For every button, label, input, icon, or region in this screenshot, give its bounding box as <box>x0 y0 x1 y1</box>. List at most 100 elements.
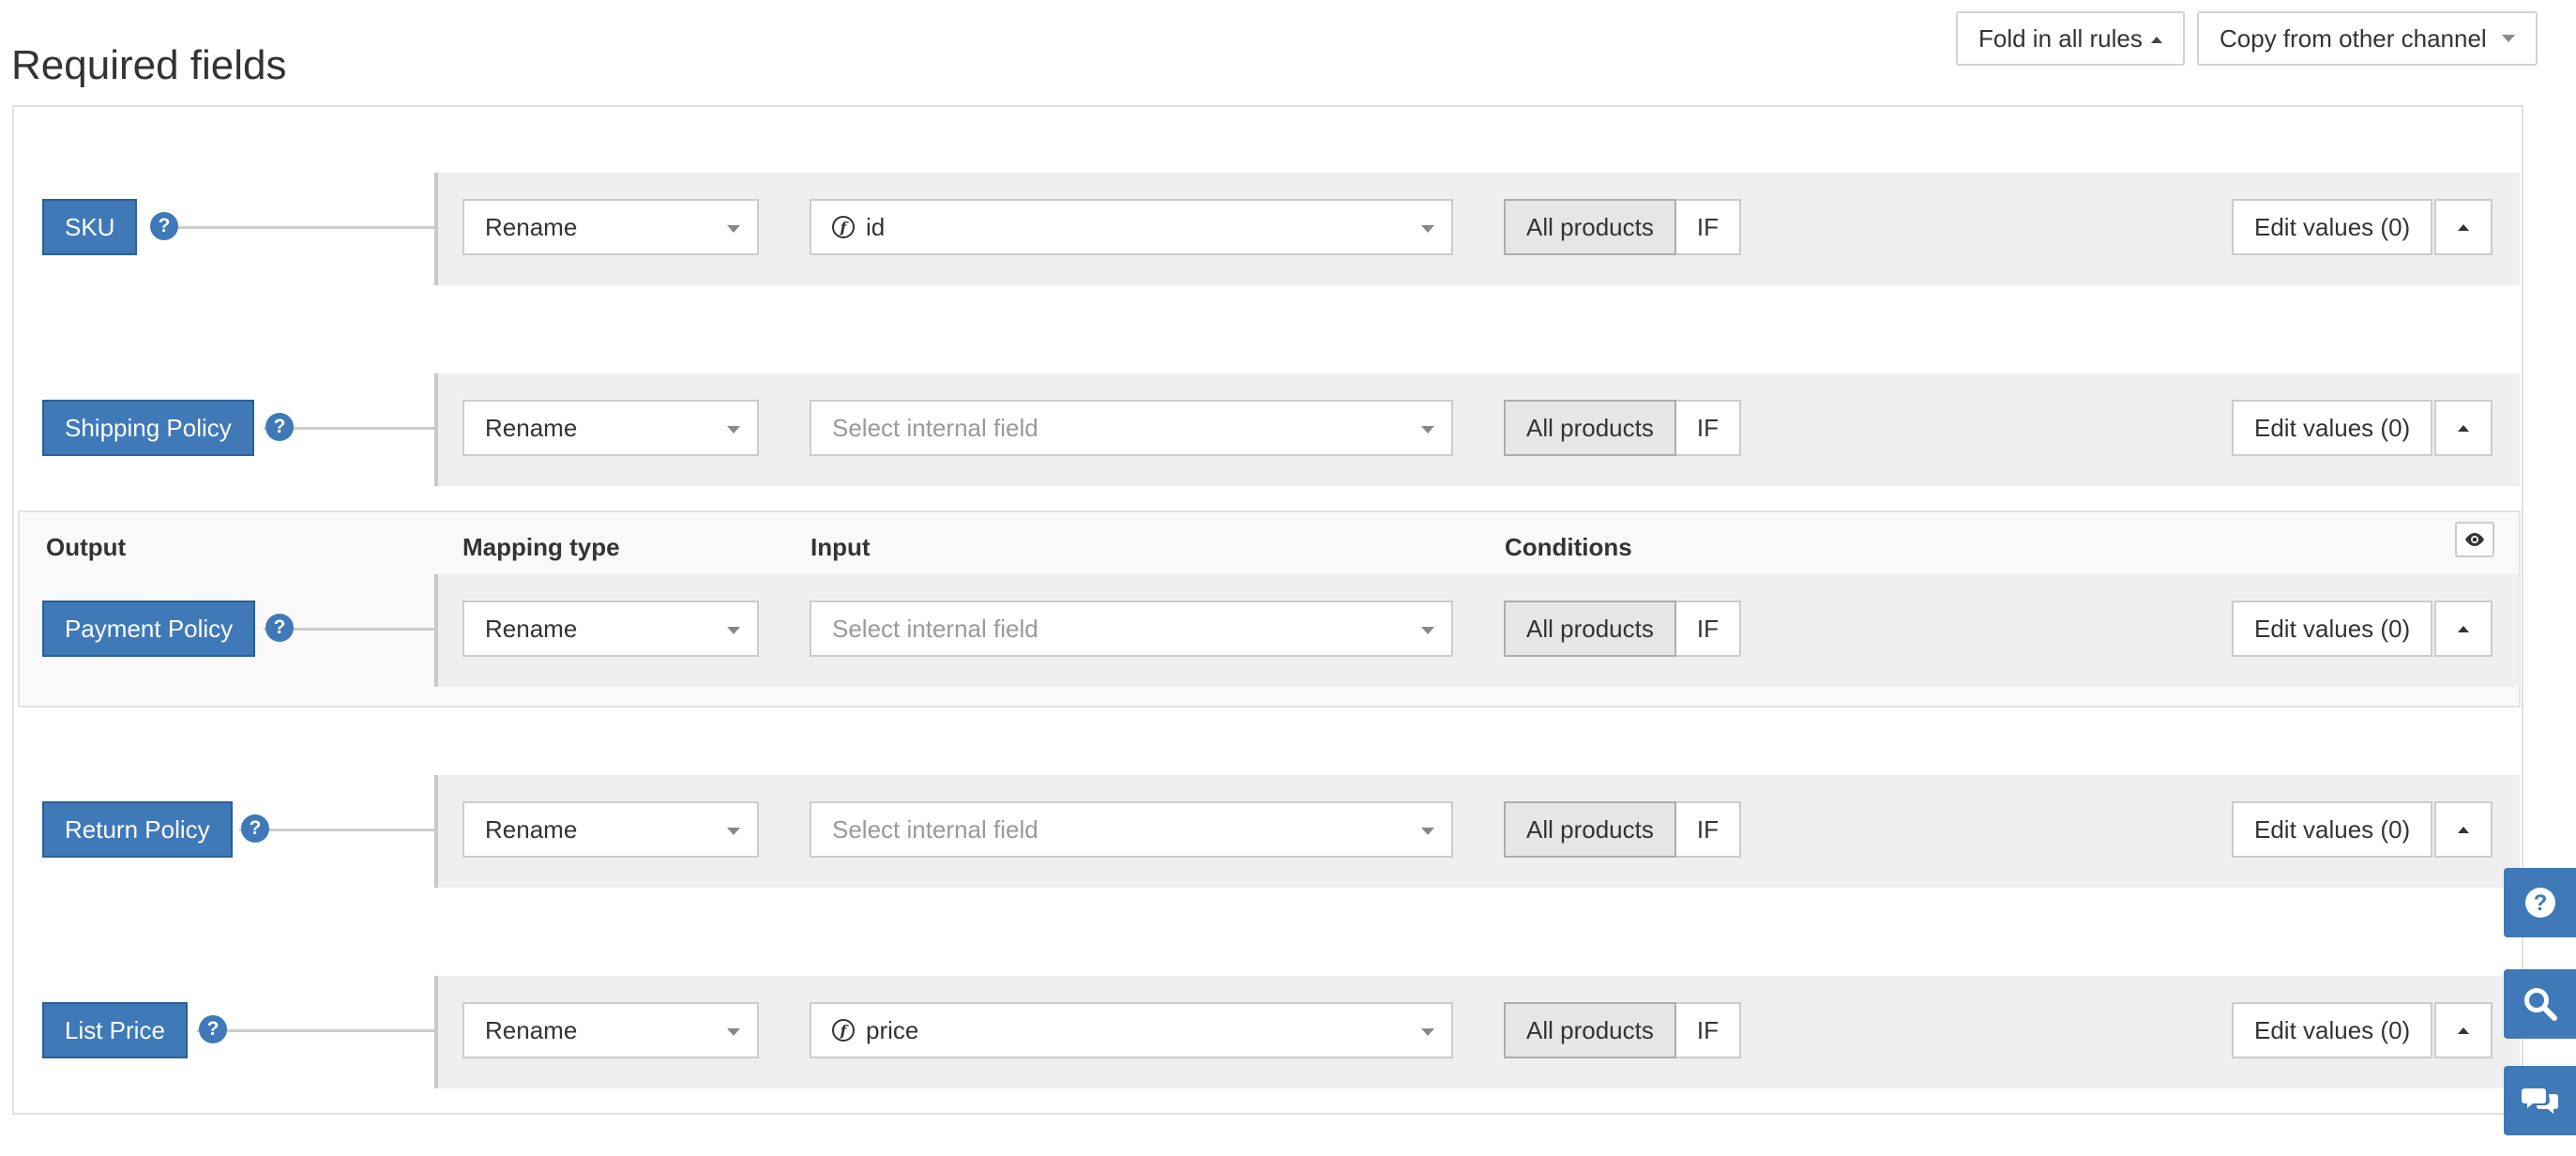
rule-connector <box>197 1029 434 1032</box>
help-icon: ? <box>2524 888 2555 918</box>
help-icon[interactable]: ? <box>265 614 294 642</box>
input-field-value: price <box>866 1015 919 1044</box>
chat-icon <box>2521 1088 2558 1114</box>
edit-values-button[interactable]: Edit values (0) <box>2232 801 2433 858</box>
rules-panel: Output Mapping type Input Conditions SKU… <box>12 105 2523 1115</box>
help-icon[interactable]: ? <box>199 1015 227 1043</box>
search-side-button[interactable] <box>2504 969 2576 1039</box>
function-icon: f <box>832 216 855 238</box>
page-title: Required fields <box>11 42 287 88</box>
if-condition-button[interactable]: IF <box>1675 801 1741 858</box>
input-field-value: id <box>866 212 886 241</box>
input-field-select[interactable]: Select internal field <box>810 400 1453 456</box>
caret-up-icon <box>2458 1027 2469 1034</box>
if-condition-button[interactable]: IF <box>1675 601 1741 657</box>
mapping-type-select[interactable]: Rename <box>462 1002 759 1058</box>
output-field-button[interactable]: Shipping Policy <box>42 400 254 456</box>
rule-row-sku: SKU ? Rename f id All products IF Edit v… <box>14 173 2525 285</box>
input-field-placeholder: Select internal field <box>832 614 1038 643</box>
edit-values-button[interactable]: Edit values (0) <box>2232 601 2433 657</box>
mapping-type-value: Rename <box>485 614 578 643</box>
help-icon[interactable]: ? <box>150 212 178 240</box>
chevron-down-icon <box>1421 1028 1434 1036</box>
rule-row-list-price: List Price ? Rename f price All products… <box>14 976 2525 1088</box>
condition-group: All products IF <box>1504 199 1741 255</box>
mapping-type-select[interactable]: Rename <box>462 199 759 255</box>
chevron-down-icon <box>727 225 740 233</box>
chevron-down-icon <box>1421 627 1434 634</box>
search-icon <box>2523 988 2557 1021</box>
condition-group: All products IF <box>1504 400 1741 456</box>
all-products-button[interactable]: All products <box>1504 1002 1676 1058</box>
collapse-rule-button[interactable] <box>2434 601 2493 657</box>
input-field-placeholder: Select internal field <box>832 413 1038 442</box>
function-icon: f <box>832 1019 855 1042</box>
all-products-button[interactable]: All products <box>1504 199 1676 255</box>
chevron-down-icon <box>1421 828 1434 835</box>
column-header-conditions: Conditions <box>1505 533 1632 561</box>
mapping-type-value: Rename <box>485 1015 578 1044</box>
copy-from-channel-label: Copy from other channel <box>2220 23 2487 53</box>
eye-icon <box>2465 533 2484 546</box>
collapse-rule-button[interactable] <box>2434 1002 2493 1058</box>
collapse-rule-button[interactable] <box>2434 199 2493 255</box>
chevron-down-icon <box>1421 426 1434 434</box>
all-products-button[interactable]: All products <box>1504 801 1676 858</box>
caret-up-icon <box>2458 424 2469 432</box>
chevron-down-icon <box>727 828 740 835</box>
collapse-rule-button[interactable] <box>2434 400 2493 456</box>
condition-group: All products IF <box>1504 1002 1741 1058</box>
mapping-type-select[interactable]: Rename <box>462 400 759 456</box>
input-field-select[interactable]: Select internal field <box>810 801 1453 858</box>
output-field-button[interactable]: SKU <box>42 199 138 255</box>
svg-text:?: ? <box>2533 890 2547 916</box>
mapping-type-value: Rename <box>485 413 578 442</box>
chevron-down-icon <box>727 426 740 434</box>
mapping-type-select[interactable]: Rename <box>462 601 759 657</box>
input-field-select[interactable]: f id <box>810 199 1453 255</box>
column-header-mapping-type: Mapping type <box>462 533 620 561</box>
chat-side-button[interactable] <box>2504 1066 2576 1135</box>
if-condition-button[interactable]: IF <box>1675 199 1741 255</box>
rule-row-return-policy: Return Policy ? Rename Select internal f… <box>14 775 2525 888</box>
copy-from-channel-button[interactable]: Copy from other channel <box>2197 11 2538 66</box>
edit-values-button[interactable]: Edit values (0) <box>2232 400 2433 456</box>
mapping-type-value: Rename <box>485 814 578 844</box>
rule-connector <box>151 226 434 229</box>
caret-up-icon <box>2458 223 2469 231</box>
caret-up-icon <box>2458 625 2469 632</box>
chevron-down-icon <box>2501 35 2515 42</box>
caret-up-icon <box>2150 36 2162 43</box>
condition-group: All products IF <box>1504 801 1741 858</box>
input-field-select[interactable]: f price <box>810 1002 1453 1058</box>
edit-values-button[interactable]: Edit values (0) <box>2232 1002 2433 1058</box>
all-products-button[interactable]: All products <box>1504 601 1676 657</box>
chevron-down-icon <box>727 1028 740 1036</box>
output-field-button[interactable]: Payment Policy <box>42 601 256 657</box>
input-field-select[interactable]: Select internal field <box>810 601 1453 657</box>
help-icon[interactable]: ? <box>241 814 269 843</box>
input-field-placeholder: Select internal field <box>832 814 1038 844</box>
if-condition-button[interactable]: IF <box>1675 400 1741 456</box>
fold-rules-button[interactable]: Fold in all rules <box>1956 11 2185 66</box>
column-header-input: Input <box>811 533 871 561</box>
all-products-button[interactable]: All products <box>1504 400 1676 456</box>
collapse-rule-button[interactable] <box>2434 801 2493 858</box>
help-side-button[interactable]: ? <box>2504 868 2576 937</box>
toggle-visibility-button[interactable] <box>2455 522 2494 557</box>
mapping-type-select[interactable]: Rename <box>462 801 759 858</box>
fold-rules-label: Fold in all rules <box>1978 23 2143 53</box>
chevron-down-icon <box>1421 225 1434 233</box>
caret-up-icon <box>2458 826 2469 833</box>
column-header-output: Output <box>46 533 127 561</box>
output-field-button[interactable]: List Price <box>42 1002 188 1058</box>
output-field-button[interactable]: Return Policy <box>42 801 233 858</box>
condition-group: All products IF <box>1504 601 1741 657</box>
mapping-type-value: Rename <box>485 212 578 241</box>
chevron-down-icon <box>727 627 740 634</box>
if-condition-button[interactable]: IF <box>1675 1002 1741 1058</box>
rule-row-shipping-policy: Shipping Policy ? Rename Select internal… <box>14 373 2525 486</box>
edit-values-button[interactable]: Edit values (0) <box>2232 199 2433 255</box>
help-icon[interactable]: ? <box>265 413 294 441</box>
rule-row-payment-policy: Payment Policy ? Rename Select internal … <box>14 574 2525 687</box>
